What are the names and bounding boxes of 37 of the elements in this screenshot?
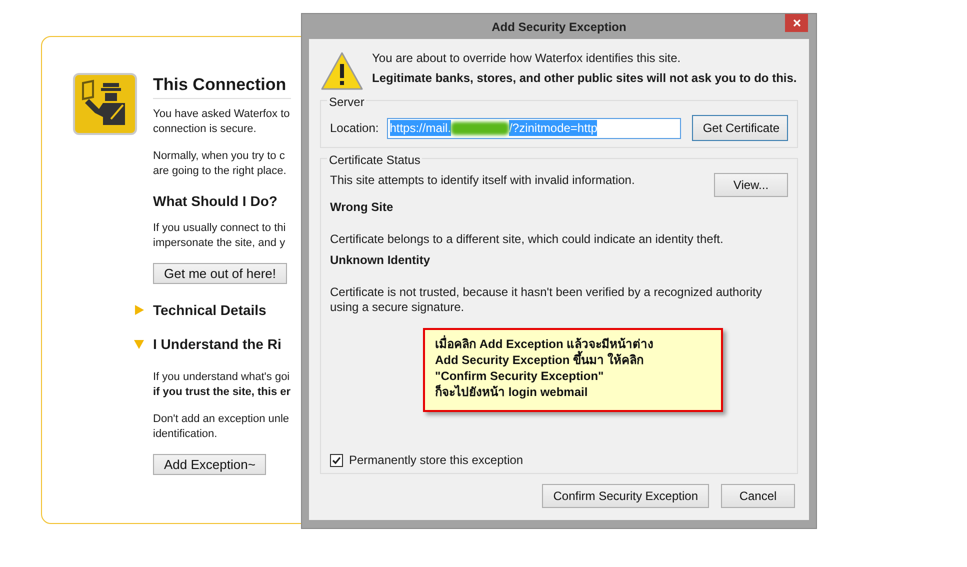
- problem-title: Unknown Identity: [330, 253, 431, 267]
- view-button[interactable]: View...: [714, 173, 788, 197]
- note-text: "Confirm Security Exception": [435, 368, 605, 384]
- section-title[interactable]: Technical Details: [153, 302, 266, 318]
- paragraph: If you usually connect to thi impersonate the site, and y: [153, 221, 287, 251]
- section-heading: What Should I Do?: [153, 193, 278, 209]
- paragraph: Don't add an exception unle identification.: [153, 412, 290, 442]
- group-legend: Server: [327, 95, 366, 109]
- redaction-mark: [451, 122, 510, 134]
- paragraph: If you understand what's goi if you trust the site, this er: [153, 370, 291, 400]
- warning-text: You are about to override how Waterfox identifies this site.: [372, 51, 682, 65]
- status-summary: This site attempts to identify itself with invalid information.: [330, 173, 635, 187]
- paragraph: You have asked Waterfox to connection is secure.: [153, 107, 291, 137]
- problem-description: Certificate is not trusted, because it hasn't been verified by a recognized authority using a secure signature.: [330, 285, 763, 315]
- get-certificate-button[interactable]: Get Certificate: [692, 115, 788, 141]
- confirm-button[interactable]: Confirm Security Exception: [542, 484, 709, 508]
- section-title[interactable]: I Understand the Ri: [153, 336, 282, 352]
- note-text: Add Security Exception ขึ้นมา ให้คลิก: [435, 352, 721, 368]
- checkbox-label[interactable]: Permanently store this exception: [349, 453, 524, 467]
- problem-description: Certificate belongs to a different site, which could indicate an identity theft.: [330, 232, 724, 247]
- checkbox[interactable]: [330, 454, 343, 466]
- page-title: This Connection: [153, 75, 291, 99]
- group-legend: Certificate Status: [327, 153, 422, 167]
- warning-icon: [320, 51, 364, 91]
- close-icon[interactable]: [792, 19, 800, 27]
- paragraph: Normally, when you try to c are going to the right place.: [153, 149, 288, 179]
- note-text: ก็จะไปยังหน้า login webmail: [435, 384, 589, 400]
- add-exception-button[interactable]: Add Exception~: [153, 454, 266, 475]
- escape-button[interactable]: Get me out of here!: [153, 263, 288, 284]
- field-label: Location:: [330, 121, 379, 135]
- warning-text: Legitimate banks, stores, and other public sites will not ask you to do this.: [372, 71, 797, 85]
- cancel-button[interactable]: Cancel: [721, 484, 795, 508]
- problem-title: Wrong Site: [330, 200, 394, 214]
- officer-icon: [73, 73, 137, 135]
- note-text: เมื่อคลิก Add Exception แล้วจะมีหน้าต่าง: [435, 336, 655, 351]
- close-button[interactable]: [785, 14, 808, 32]
- window-title: Add Security Exception: [492, 20, 626, 34]
